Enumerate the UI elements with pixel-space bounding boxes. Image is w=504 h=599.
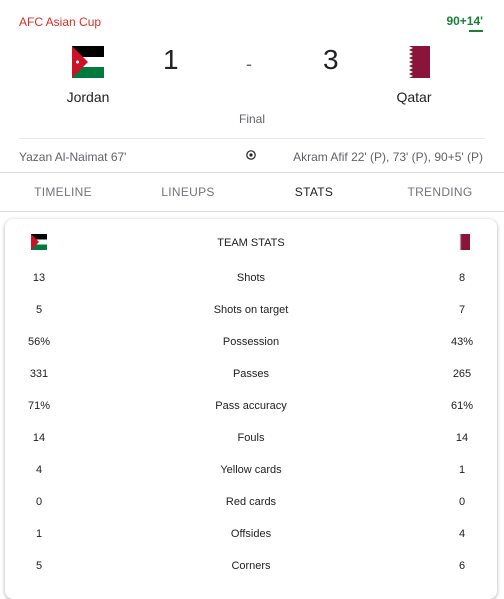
- stat-away-value: 0: [458, 496, 466, 508]
- stat-row: 5 Corners 6: [5, 560, 497, 580]
- stat-label: Possession: [222, 336, 280, 348]
- stat-row: 71% Pass accuracy 61%: [5, 400, 497, 420]
- stat-away-value: 61%: [450, 400, 474, 412]
- match-header: AFC Asian Cup 90+14' 1 - 3 Jordan Qatar …: [0, 0, 504, 172]
- qatar-flag-icon: [454, 234, 470, 250]
- stat-away-value: 1: [458, 464, 466, 476]
- stat-label: Shots: [236, 272, 266, 284]
- stats-title: TEAM STATS: [217, 237, 285, 249]
- stat-label: Passes: [232, 368, 270, 380]
- league-name[interactable]: AFC Asian Cup: [19, 15, 101, 29]
- stat-row: 13 Shots 8: [5, 272, 497, 292]
- away-team-name[interactable]: Qatar: [364, 89, 464, 105]
- stat-row: 4 Yellow cards 1: [5, 464, 497, 484]
- match-status: Final: [238, 112, 265, 126]
- stat-label: Corners: [231, 560, 271, 572]
- tab-timeline[interactable]: TIMELINE: [0, 185, 126, 199]
- stat-away-value: 7: [458, 304, 466, 316]
- stat-row: 0 Red cards 0: [5, 496, 497, 516]
- home-score: 1: [163, 44, 179, 75]
- stat-label: Red cards: [225, 496, 277, 508]
- stat-label: Pass accuracy: [215, 400, 287, 412]
- score-separator: -: [246, 54, 252, 74]
- qatar-flag-icon[interactable]: [398, 46, 430, 78]
- stat-label: Shots on target: [213, 304, 289, 316]
- stat-row: 331 Passes 265: [5, 368, 497, 388]
- stat-away-value: 4: [458, 528, 466, 540]
- tab-trending[interactable]: TRENDING: [377, 185, 503, 199]
- stat-row: 5 Shots on target 7: [5, 304, 497, 324]
- home-scorers: Yazan Al-Naimat 67': [19, 150, 127, 164]
- soccer-ball-icon: [246, 150, 256, 160]
- stat-away-value: 43%: [450, 336, 474, 348]
- live-indicator: [469, 30, 483, 32]
- stat-away-value: 265: [452, 368, 472, 380]
- stat-away-value: 6: [458, 560, 466, 572]
- home-team-name[interactable]: Jordan: [38, 89, 138, 105]
- away-scorers: Akram Afif 22' (P), 73' (P), 90+5' (P): [293, 150, 483, 164]
- stat-label: Yellow cards: [220, 464, 282, 476]
- stat-label: Fouls: [237, 432, 265, 444]
- away-score: 3: [323, 44, 339, 75]
- stat-away-value: 14: [455, 432, 469, 444]
- tab-stats[interactable]: STATS: [251, 185, 377, 199]
- stat-row: 1 Offsides 4: [5, 528, 497, 548]
- team-stats-card: TEAM STATS 13 Shots 8 5 Shots on target …: [5, 219, 497, 599]
- match-time: 90+14': [446, 14, 483, 28]
- stat-row: 14 Fouls 14: [5, 432, 497, 452]
- jordan-flag-icon[interactable]: [72, 46, 104, 78]
- stat-label: Offsides: [230, 528, 272, 540]
- divider: [19, 138, 485, 139]
- stat-away-value: 8: [458, 272, 466, 284]
- tab-lineups[interactable]: LINEUPS: [125, 185, 251, 199]
- tab-bar: TIMELINE LINEUPS STATS TRENDING: [0, 172, 504, 212]
- stat-row: 56% Possession 43%: [5, 336, 497, 356]
